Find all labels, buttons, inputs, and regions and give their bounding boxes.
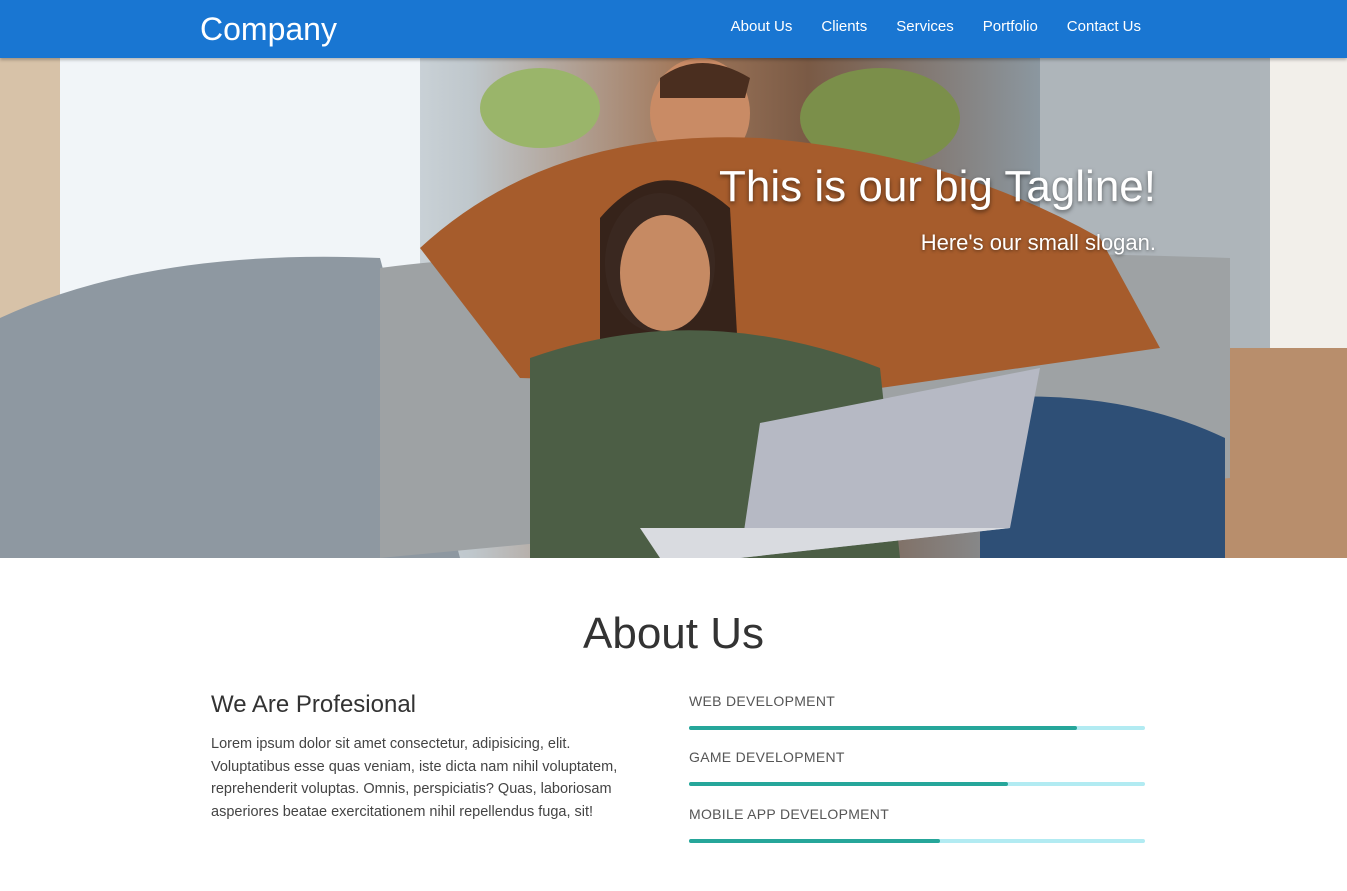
- nav-services[interactable]: Services: [896, 17, 954, 37]
- nav-portfolio[interactable]: Portfolio: [983, 17, 1038, 37]
- skill-game-development: GAME DEVELOPMENT: [689, 748, 1145, 786]
- progress-bar-track: [689, 839, 1145, 843]
- progress-bar-fill: [689, 839, 940, 843]
- about-title: About Us: [583, 609, 764, 658]
- nav-contact-us[interactable]: Contact Us: [1067, 17, 1141, 37]
- nav-clients[interactable]: Clients: [821, 17, 867, 37]
- nav-about-us[interactable]: About Us: [731, 17, 793, 37]
- hero-tagline: This is our big Tagline!: [719, 162, 1156, 211]
- about-subtitle: We Are Profesional: [211, 691, 416, 718]
- main-nav: About Us Clients Services Portfolio Cont…: [731, 17, 1141, 37]
- progress-bar-track: [689, 782, 1145, 786]
- skill-label: MOBILE APP DEVELOPMENT: [689, 806, 890, 822]
- about-text: Lorem ipsum dolor sit amet consectetur, …: [211, 736, 618, 820]
- brand-logo[interactable]: Company: [200, 9, 337, 49]
- navbar: Company About Us Clients Services Portfo…: [0, 0, 1347, 58]
- hero-slogan: Here's our small slogan.: [920, 230, 1156, 255]
- skill-label: WEB DEVELOPMENT: [689, 693, 836, 709]
- skill-label: GAME DEVELOPMENT: [689, 749, 845, 765]
- progress-bar-fill: [689, 726, 1077, 730]
- hero-banner: This is our big Tagline! Here's our smal…: [0, 58, 1347, 558]
- skill-web-development: WEB DEVELOPMENT: [689, 692, 1145, 730]
- skill-mobile-app-development: MOBILE APP DEVELOPMENT: [689, 805, 1145, 843]
- hero-image: [0, 58, 1347, 558]
- progress-bar-track: [689, 726, 1145, 730]
- progress-bar-fill: [689, 782, 1009, 786]
